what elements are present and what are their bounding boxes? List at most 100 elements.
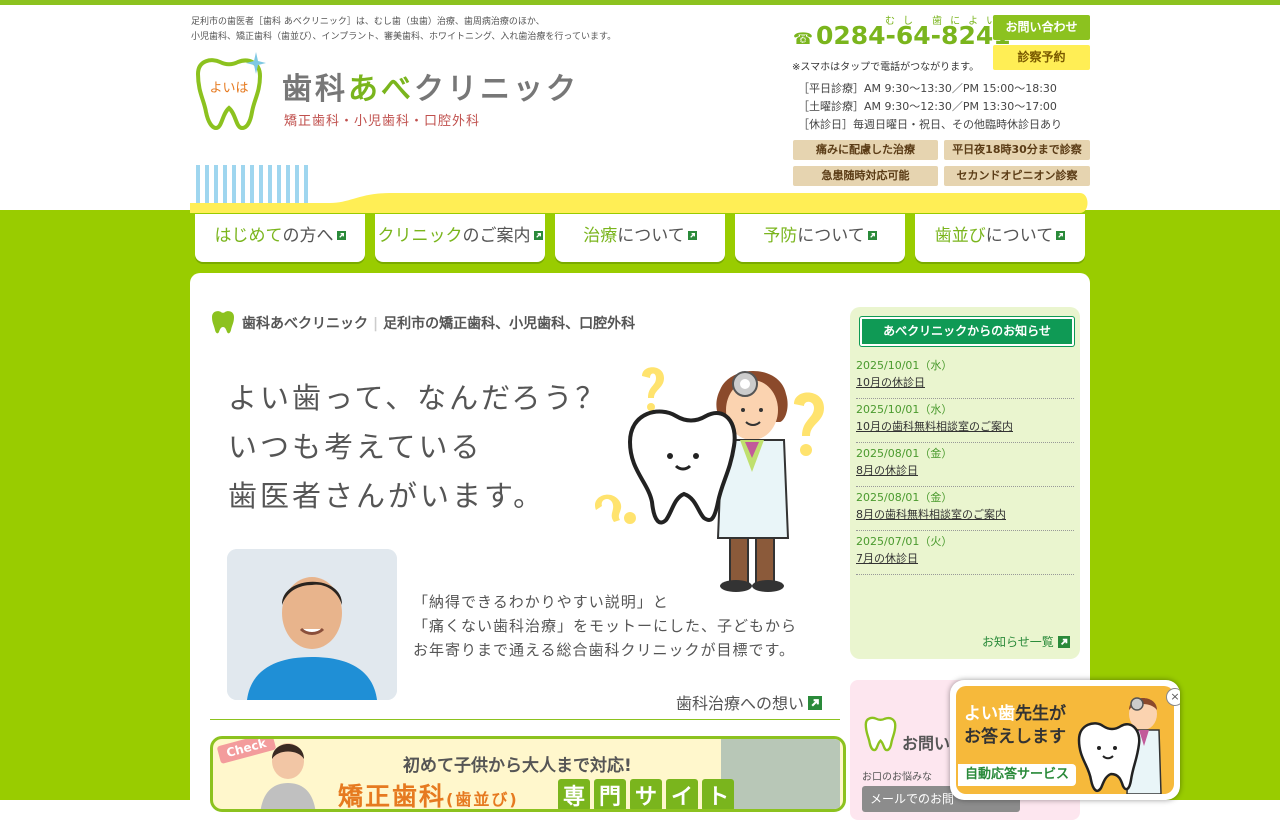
logo-name-part-b: あべ: [348, 72, 414, 107]
tooth-doctor-icon: [1077, 697, 1162, 794]
nav-first-visit[interactable]: はじめての方へ: [195, 214, 365, 262]
nav-orthodontics-highlight: 歯並び: [934, 226, 986, 246]
reserve-button[interactable]: 診察予約: [993, 45, 1090, 70]
news-date: 2025/07/01（火）: [856, 535, 953, 548]
news-more-label: お知らせ一覧: [982, 635, 1054, 649]
feature-badge-painless: 痛みに配慮した治療: [793, 140, 938, 160]
arrow-icon: [808, 696, 823, 710]
feature-badge-evening: 平日夜18時30分まで診察: [944, 140, 1090, 160]
toothbrush-decoration: [190, 165, 1088, 213]
news-box: あべクリニックからのお知らせ 2025/10/01（水） 10月の休診日 2025…: [850, 307, 1080, 659]
news-item: 2025/08/01（金） 8月の歯科無料相談室のご案内: [856, 487, 1074, 531]
arrow-icon: [867, 231, 877, 240]
news-link[interactable]: 8月の歯科無料相談室のご案内: [856, 506, 1074, 524]
dentist-portrait: [227, 549, 397, 700]
news-more-link[interactable]: お知らせ一覧: [982, 633, 1070, 650]
hours-weekday: ［平日診療］AM 9:30～13:30／PM 15:00～18:30: [798, 82, 1057, 95]
logo-badge: よいは: [209, 81, 248, 96]
nav-prevention-highlight: 予防: [763, 226, 798, 246]
arrow-icon: [687, 231, 697, 240]
logo-name-part-a: 歯科: [282, 72, 348, 107]
news-item: 2025/08/01（金） 8月の休診日: [856, 443, 1074, 487]
logo-subtitle: 矯正歯科・小児歯科・口腔外科: [284, 114, 481, 129]
divider: [210, 719, 840, 720]
banner-site-char: イ: [666, 779, 699, 809]
nav-treatment[interactable]: 治療について: [555, 214, 725, 262]
banner-site-char: ト: [702, 779, 735, 809]
site-heading-name: 歯科あべクリニック: [242, 316, 368, 332]
logo-name: 歯科あべクリニック: [282, 64, 579, 108]
phone-icon: ☎: [793, 29, 813, 48]
banner-tagline: 初めて子供から大人まで対応!: [403, 756, 632, 776]
nav-clinic-guide[interactable]: クリニックのご案内: [375, 214, 545, 262]
arrow-icon: [1057, 636, 1070, 648]
tooth-icon: [212, 311, 234, 334]
intro-line-1: 足利市の歯医者［歯科 あべクリニック］は、むし歯（虫歯）治療、歯周病治療のほか、: [191, 17, 545, 27]
chat-heading-line-2: お答えします: [964, 727, 1066, 747]
phone-note: ※スマホはタップで電話がつながります。: [792, 62, 980, 73]
thoughts-link[interactable]: 歯科治療への想い: [676, 690, 823, 714]
contact-card-title: お問い: [902, 734, 951, 753]
nav-treatment-label: について: [617, 226, 685, 246]
news-link[interactable]: 10月の歯科無料相談室のご案内: [856, 418, 1074, 436]
tooth-doctor-illustration: [594, 367, 824, 592]
orthodontics-banner[interactable]: Check 初めて子供から大人まで対応! 矯正歯科(歯並び) 専門サイト: [210, 736, 846, 812]
nav-treatment-highlight: 治療: [583, 226, 618, 246]
message-line-3: お年寄りまで通える総合歯科クリニックが目標です。: [413, 641, 796, 659]
phone-number-text: 0284-64-8241: [815, 21, 1011, 50]
hero-line-3: 歯医者さんがいます。: [228, 479, 546, 513]
site-logo[interactable]: よいは 歯科あべクリニック 矯正歯科・小児歯科・口腔外科: [190, 52, 590, 132]
news-item: 2025/07/01（火） 7月の休診日: [856, 531, 1074, 575]
tooth-logo-icon: [864, 716, 897, 752]
nav-first-visit-label: の方へ: [282, 226, 334, 246]
banner-site-char: サ: [630, 779, 663, 809]
thoughts-link-label: 歯科治療への想い: [676, 694, 805, 713]
dentist-photo: [227, 549, 397, 700]
nav-orthodontics-label: について: [985, 226, 1054, 246]
site-heading-separator: |: [373, 316, 379, 332]
nav-prevention[interactable]: 予防について: [735, 214, 905, 262]
site-heading-description: 足利市の矯正歯科、小児歯科、口腔外科: [383, 316, 636, 332]
phone-number[interactable]: ☎ 0284-64-8241: [793, 21, 1011, 50]
banner-site-char: 門: [594, 779, 627, 809]
arrow-icon: [533, 231, 543, 240]
news-date: 2025/10/01（水）: [856, 359, 953, 372]
global-nav: はじめての方へ クリニックのご案内 治療について 予防について 歯並びについて: [195, 214, 1090, 264]
clinic-hours: ［平日診療］AM 9:30～13:30／PM 15:00～18:30 ［土曜診療…: [798, 80, 1062, 134]
chat-heading-highlight: よい歯: [964, 704, 1015, 724]
logo-name-part-c: クリニック: [414, 72, 579, 107]
nav-first-visit-highlight: はじめて: [214, 226, 283, 246]
news-link[interactable]: 10月の休診日: [856, 374, 1074, 392]
chat-widget[interactable]: よい歯先生が お答えします 自動応答サービス ×: [950, 680, 1180, 800]
chat-heading: よい歯先生が お答えします: [964, 703, 1066, 749]
chat-heading-part: 先生が: [1015, 704, 1066, 724]
news-link[interactable]: 8月の休診日: [856, 462, 1074, 480]
nav-clinic-guide-highlight: クリニック: [377, 226, 463, 246]
site-heading: 歯科あべクリニック | 足利市の矯正歯科、小児歯科、口腔外科: [210, 310, 635, 334]
news-date: 2025/10/01（水）: [856, 403, 953, 416]
contact-card-text: お口のお悩みな: [862, 772, 932, 783]
top-accent-bar: [0, 0, 1280, 5]
banner-site-char: 専: [558, 779, 591, 809]
hero-line-2: いつも考えている: [228, 430, 483, 464]
intro-text: 足利市の歯医者［歯科 あべクリニック］は、むし歯（虫歯）治療、歯周病治療のほか、…: [191, 15, 711, 45]
tooth-logo-icon: よいは: [195, 52, 266, 131]
arrow-icon: [1056, 231, 1066, 240]
chat-service-label: 自動応答サービス: [958, 764, 1076, 786]
banner-site-label: 専門サイト: [558, 779, 738, 809]
news-title: あべクリニックからのお知らせ: [860, 317, 1074, 346]
banner-title-main: 矯正歯科: [338, 782, 447, 811]
hero-catchphrase: よい歯って、なんだろう？ いつも考えている 歯医者さんがいます。: [228, 374, 607, 521]
news-list: 2025/10/01（水） 10月の休診日 2025/10/01（水） 10月の歯科…: [856, 355, 1074, 575]
nav-orthodontics[interactable]: 歯並びについて: [915, 214, 1085, 262]
news-item: 2025/10/01（水） 10月の歯科無料相談室のご案内: [856, 399, 1074, 443]
news-date: 2025/08/01（金）: [856, 491, 953, 504]
clinic-message: 「納得できるわかりやすい説明」と 「痛くない歯科治療」をモットーにした、子どもか…: [413, 590, 797, 662]
hours-holiday: ［休診日］毎週日曜日・祝日、その他臨時休診日あり: [798, 118, 1062, 131]
chat-close-button[interactable]: ×: [1166, 688, 1180, 706]
banner-photo: [721, 739, 840, 809]
news-link[interactable]: 7月の休診日: [856, 550, 1074, 568]
news-date: 2025/08/01（金）: [856, 447, 953, 460]
contact-button[interactable]: お問い合わせ: [993, 15, 1090, 40]
nav-clinic-guide-label: のご案内: [462, 226, 531, 246]
